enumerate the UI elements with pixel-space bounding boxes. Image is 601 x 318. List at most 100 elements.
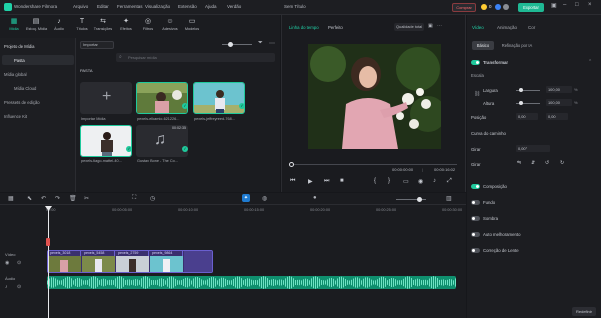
tab-templates[interactable]: ▭ Modelos <box>182 16 202 37</box>
more-options-icon[interactable]: ⋯ <box>437 23 442 29</box>
flip-vertical-icon[interactable]: ⇵ <box>531 160 535 166</box>
menu-extension[interactable]: Extensão <box>178 4 197 9</box>
nav-project-media[interactable]: Projeto de Mídia <box>4 44 35 49</box>
auto-enhance-toggle[interactable] <box>471 232 480 237</box>
menu-help[interactable]: Ajuda <box>205 4 217 9</box>
video-clip[interactable]: pexels_5458 <box>82 251 115 272</box>
tab-effects[interactable]: ✦ Efeitos <box>116 16 136 37</box>
camera-icon[interactable]: ◉ <box>418 178 423 185</box>
nav-folder[interactable]: Pasta <box>14 58 25 63</box>
subtab-ai-refine[interactable]: Refinação por IA <box>497 41 537 50</box>
nav-folder-selected[interactable] <box>2 55 74 65</box>
delete-icon[interactable]: 🗑 <box>69 195 77 202</box>
quality-dropdown[interactable]: Qualidade total <box>394 23 424 31</box>
shield-icon[interactable]: ◍ <box>262 195 267 202</box>
track-visibility-icon[interactable]: ◉ <box>5 260 9 266</box>
minimize-icon[interactable]: – <box>563 2 566 8</box>
tab-video[interactable]: Vídeo <box>472 25 484 30</box>
media-item-2[interactable] <box>193 82 245 114</box>
video-clip[interactable]: pexels_3018 <box>48 251 81 272</box>
rotate-left-icon[interactable]: ↺ <box>545 160 549 166</box>
flip-horizontal-icon[interactable]: ⇋ <box>517 160 521 166</box>
position-x-input[interactable]: 0,00 <box>516 113 538 120</box>
nav-cloud-media[interactable]: Mídia Cloud <box>14 86 36 91</box>
nav-influence-kit[interactable]: Influence Kit <box>4 114 27 119</box>
background-section[interactable]: Fundo <box>483 200 495 205</box>
timeline-zoom-handle[interactable] <box>417 197 422 202</box>
maximize-icon[interactable]: □ <box>575 2 579 8</box>
media-item-3[interactable] <box>80 125 132 157</box>
fullscreen-icon[interactable]: ⤢ <box>447 178 452 185</box>
ai-icon[interactable]: ✦ <box>242 194 250 202</box>
menu-view[interactable]: Visualização <box>145 4 170 9</box>
zoom-slider-handle[interactable] <box>228 42 233 47</box>
redo-icon[interactable]: ↷ <box>55 195 60 202</box>
volume-icon[interactable]: ♪ <box>433 178 436 184</box>
layout-icon[interactable]: ▥ <box>446 195 452 202</box>
width-slider-handle[interactable] <box>519 88 523 92</box>
video-track[interactable]: pexels_3018 pexels_5458 pexels_2759 pexe… <box>47 250 213 273</box>
background-toggle[interactable] <box>471 200 480 205</box>
height-slider-handle[interactable] <box>519 101 523 105</box>
playhead[interactable] <box>48 206 49 318</box>
tab-audio[interactable]: ♪ Áudio <box>49 16 69 37</box>
grid-icon[interactable]: ▦ <box>8 195 14 202</box>
rotate-right-icon[interactable]: ↻ <box>560 160 564 166</box>
height-input[interactable]: 100,00 <box>546 99 572 106</box>
collapse-icon[interactable]: ⌃ <box>588 59 592 65</box>
speed-icon[interactable]: ◷ <box>150 195 155 202</box>
video-clip[interactable]: pexels_9864 <box>150 251 183 272</box>
track-lock-icon[interactable]: ⊙ <box>17 260 21 266</box>
cloud-icon[interactable] <box>495 4 501 10</box>
rotate-input[interactable]: 0,00° <box>516 145 550 152</box>
auto-enhance-section[interactable]: Auto melhoramento <box>483 232 521 237</box>
next-frame-icon[interactable]: ⏭ <box>324 178 329 185</box>
link-icon[interactable]: ⛓ <box>474 91 480 97</box>
tab-transitions[interactable]: ⇆ Transições <box>93 16 113 37</box>
composition-section[interactable]: Composição <box>483 184 507 189</box>
video-clip[interactable]: pexels_2759 <box>116 251 149 272</box>
mic-icon[interactable]: ● <box>313 195 317 201</box>
notification-icon[interactable]: ▣ <box>551 2 557 9</box>
tab-filters[interactable]: ◎ Filtros <box>138 16 158 37</box>
preview-scrubber-handle[interactable] <box>289 162 294 167</box>
position-y-input[interactable]: 0,00 <box>546 113 568 120</box>
filter-icon[interactable]: ⏷ <box>258 40 263 47</box>
shadow-toggle[interactable] <box>471 216 480 221</box>
play-icon[interactable]: ▶ <box>308 178 313 185</box>
lens-correction-section[interactable]: Correção de Lente <box>483 248 519 253</box>
nav-presets[interactable]: Pressets de edição <box>4 100 40 105</box>
media-item-1[interactable] <box>136 82 188 114</box>
import-media-tile[interactable]: + <box>80 82 132 114</box>
zoom-slider[interactable] <box>222 44 252 45</box>
tab-media[interactable]: ▦ Mídia <box>4 16 24 37</box>
transform-section[interactable]: Transformar <box>483 60 508 65</box>
preview-canvas[interactable] <box>308 44 441 149</box>
display-icon[interactable]: ▭ <box>403 178 409 185</box>
export-button[interactable]: Exportar <box>518 3 544 12</box>
snapshot-icon[interactable]: ▣ <box>428 23 433 29</box>
sort-dropdown[interactable]: Importar <box>80 41 114 49</box>
audio-mute-icon[interactable]: ♪ <box>5 284 8 290</box>
reset-button[interactable]: Redefinir <box>572 307 596 316</box>
tab-stickers[interactable]: ☺ Adesivos <box>160 16 180 37</box>
coin-icon[interactable] <box>481 4 487 10</box>
mark-out-icon[interactable]: } <box>388 178 390 184</box>
buy-button[interactable]: Comprar <box>452 3 476 12</box>
audio-track[interactable] <box>47 276 456 289</box>
select-icon[interactable]: ⬉ <box>27 195 32 202</box>
video-clip-tail[interactable] <box>184 251 212 272</box>
audio-lock-icon[interactable]: ⊙ <box>17 284 21 290</box>
media-item-4[interactable]: ♫ 00:02:35 <box>136 125 188 157</box>
menu-file[interactable]: Arquivo <box>73 4 88 9</box>
close-icon[interactable]: × <box>588 2 592 8</box>
preview-scrubber[interactable] <box>289 164 457 165</box>
marker-icon[interactable] <box>46 238 50 246</box>
menu-tools[interactable]: Ferramentas <box>117 4 143 9</box>
mark-in-icon[interactable]: { <box>374 178 376 184</box>
more-icon[interactable]: ⋯ <box>269 40 275 47</box>
transform-toggle[interactable] <box>471 60 480 65</box>
tab-stock-media[interactable]: ▤ Estoq. Mídia <box>26 16 47 37</box>
avatar[interactable] <box>503 4 509 10</box>
nav-global-media[interactable]: Mídia global <box>4 72 27 77</box>
